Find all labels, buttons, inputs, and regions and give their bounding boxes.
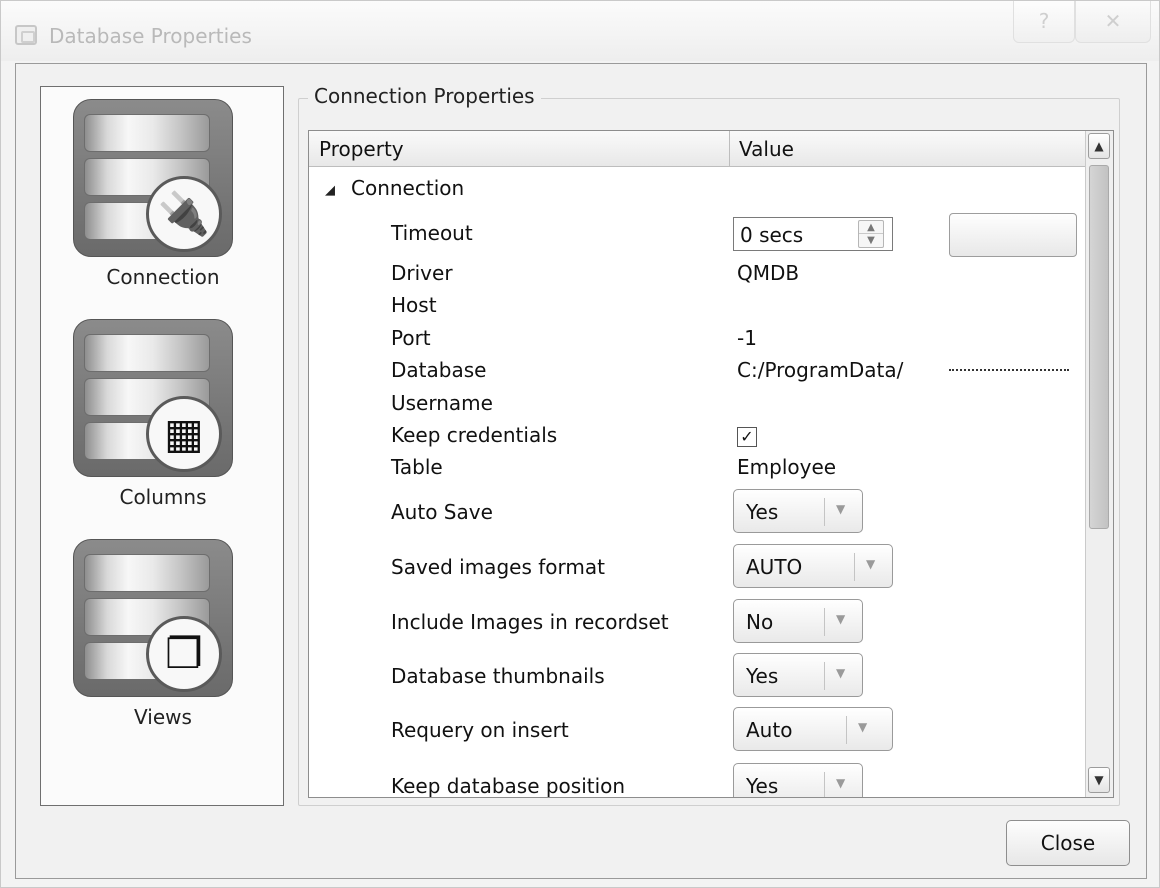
chevron-down-icon[interactable]: ▼ — [836, 666, 845, 680]
property-value-database[interactable]: C:/ProgramData/ — [737, 358, 903, 382]
views-stack-icon: ❐ — [146, 616, 222, 692]
dropdown-value: AUTO — [746, 555, 803, 579]
keep-database-position-dropdown[interactable]: Yes ▼ — [733, 763, 863, 798]
sidebar-item-views[interactable]: ❐ Views — [41, 533, 285, 753]
timeout-value[interactable]: 0 secs — [740, 223, 803, 247]
property-label-host: Host — [391, 293, 437, 317]
property-value-driver[interactable]: QMDB — [737, 261, 799, 285]
window-title: Database Properties — [49, 24, 252, 48]
scroll-up-icon[interactable]: ▲ — [1088, 133, 1110, 159]
auto-save-dropdown[interactable]: Yes ▼ — [733, 489, 863, 533]
chevron-down-icon[interactable]: ▼ — [866, 557, 875, 571]
dropdown-separator — [846, 716, 847, 744]
property-label-timeout: Timeout — [391, 221, 473, 245]
database-disk-icon — [84, 334, 210, 372]
property-label-saved-images-format: Saved images format — [391, 555, 605, 579]
category-sidebar: 🔌 Connection ▦ Columns ❐ Views — [40, 86, 284, 806]
database-tile-icon: ❐ — [73, 539, 233, 697]
dropdown-separator — [824, 608, 825, 636]
include-images-dropdown[interactable]: No ▼ — [733, 599, 863, 643]
property-label-port: Port — [391, 326, 431, 350]
spin-up-icon[interactable]: ▲ — [859, 221, 883, 234]
property-value-port[interactable]: -1 — [737, 326, 757, 350]
header-divider[interactable] — [729, 131, 730, 167]
dropdown-separator — [854, 553, 855, 581]
dialog-window: Database Properties ? ✕ 🔌 Connection ▦ C… — [0, 0, 1160, 888]
timeout-spinbox[interactable]: 0 secs ▲ ▼ — [733, 217, 893, 251]
database-thumbnails-dropdown[interactable]: Yes ▼ — [733, 653, 863, 697]
requery-on-insert-dropdown[interactable]: Auto ▼ — [733, 707, 893, 751]
database-disk-icon — [84, 114, 210, 152]
dropdown-separator — [824, 662, 825, 690]
title-bar[interactable]: Database Properties ? ✕ — [1, 1, 1159, 61]
timeout-extra-button[interactable] — [949, 213, 1077, 257]
dropdown-value: Auto — [746, 718, 793, 742]
property-label-database: Database — [391, 358, 487, 382]
property-label-keep-database-position: Keep database position — [391, 774, 626, 798]
plug-icon: 🔌 — [146, 176, 222, 252]
sidebar-item-connection[interactable]: 🔌 Connection — [41, 93, 285, 313]
dropdown-value: No — [746, 610, 774, 634]
property-label-requery-on-insert: Requery on insert — [391, 718, 569, 742]
saved-images-format-dropdown[interactable]: AUTO ▼ — [733, 544, 893, 588]
sidebar-item-label: Columns — [119, 485, 207, 509]
dropdown-separator — [824, 498, 825, 526]
app-icon — [15, 25, 37, 45]
vertical-scrollbar[interactable]: ▲ ▼ — [1085, 131, 1113, 797]
group-title: Connection Properties — [308, 84, 541, 108]
close-window-button[interactable]: ✕ — [1075, 1, 1151, 43]
property-label-include-images: Include Images in recordset — [391, 610, 669, 634]
property-grid[interactable]: Property Value ◢ Connection Timeout 0 se… — [308, 130, 1114, 798]
keep-credentials-checkbox[interactable]: ✓ — [737, 427, 757, 447]
chevron-down-icon[interactable]: ▼ — [836, 502, 845, 516]
property-label-auto-save: Auto Save — [391, 500, 493, 524]
dropdown-value: Yes — [746, 500, 779, 524]
dropdown-value: Yes — [746, 664, 779, 688]
collapse-arrow-icon[interactable]: ◢ — [325, 183, 335, 198]
dropdown-separator — [824, 772, 825, 797]
columns-grid-icon: ▦ — [146, 396, 222, 472]
column-header-property[interactable]: Property — [319, 137, 404, 161]
database-disk-icon — [84, 554, 210, 592]
property-label-driver: Driver — [391, 261, 453, 285]
database-tile-icon: ▦ — [73, 319, 233, 477]
close-button[interactable]: Close — [1006, 820, 1130, 866]
property-value-table[interactable]: Employee — [737, 455, 836, 479]
sidebar-item-label: Views — [134, 705, 192, 729]
chevron-down-icon[interactable]: ▼ — [836, 612, 845, 626]
property-label-keep-credentials: Keep credentials — [391, 423, 558, 447]
grid-header: Property Value — [309, 131, 1085, 167]
spin-down-icon[interactable]: ▼ — [859, 234, 883, 247]
dropdown-value: Yes — [746, 774, 779, 798]
chevron-down-icon[interactable]: ▼ — [858, 720, 867, 734]
database-path-browse[interactable] — [949, 369, 1069, 371]
chevron-down-icon[interactable]: ▼ — [836, 776, 845, 790]
database-tile-icon: 🔌 — [73, 99, 233, 257]
property-label-table: Table — [391, 455, 443, 479]
sidebar-item-columns[interactable]: ▦ Columns — [41, 313, 285, 533]
scroll-thumb[interactable] — [1089, 165, 1109, 529]
spin-buttons: ▲ ▼ — [858, 220, 884, 248]
dialog-client-area: 🔌 Connection ▦ Columns ❐ Views Connectio… — [15, 63, 1147, 879]
property-label-database-thumbnails: Database thumbnails — [391, 664, 605, 688]
help-button[interactable]: ? — [1013, 1, 1075, 43]
section-connection-label[interactable]: Connection — [351, 176, 464, 200]
scroll-down-icon[interactable]: ▼ — [1088, 767, 1110, 793]
property-label-username: Username — [391, 391, 493, 415]
sidebar-item-label: Connection — [106, 265, 220, 289]
column-header-value[interactable]: Value — [739, 137, 794, 161]
